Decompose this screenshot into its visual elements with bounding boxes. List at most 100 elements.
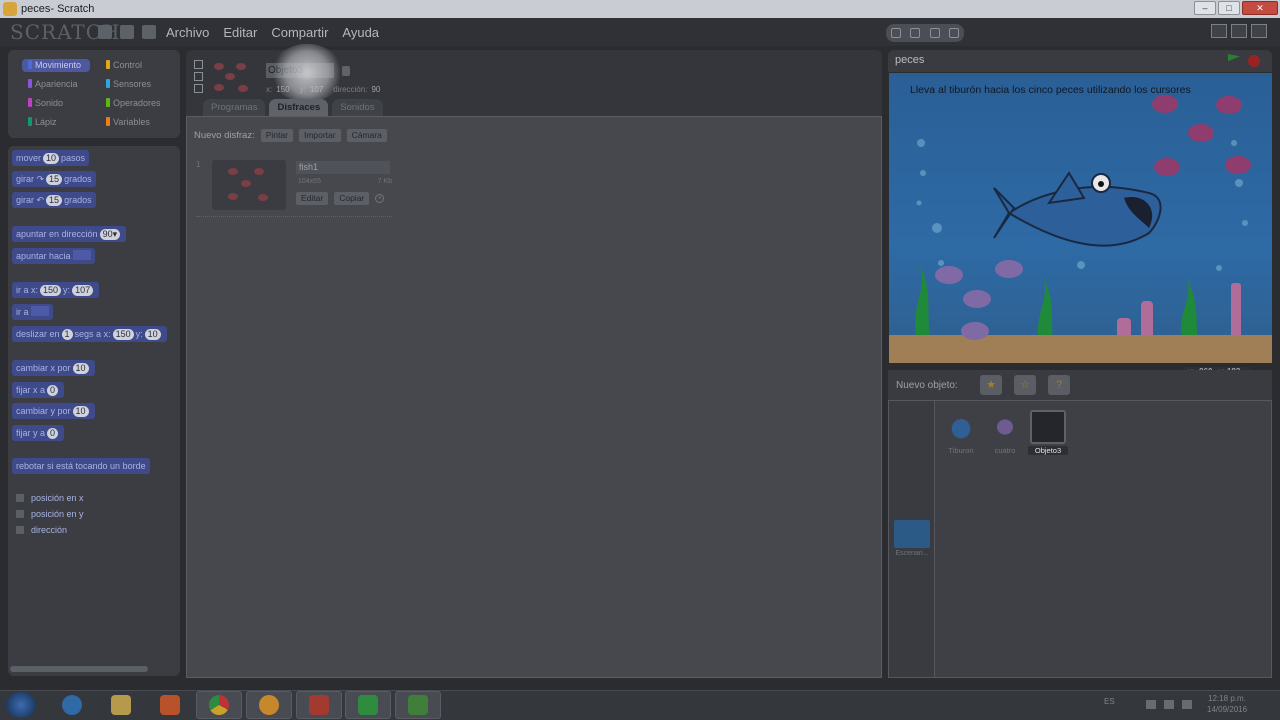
block-turn-right[interactable]: girar ↷ 15 grados [12, 171, 96, 187]
block-glide[interactable]: deslizar en 1 segs a x: 150 y: 10 [12, 326, 167, 342]
grow-icon[interactable] [929, 28, 940, 38]
taskbar-recorder[interactable] [296, 691, 342, 719]
palette-scrollbar[interactable] [10, 666, 148, 672]
taskbar-chrome[interactable] [196, 691, 242, 719]
block-change-y[interactable]: cambiar y por 10 [12, 403, 95, 419]
camera-button[interactable]: Cámara [346, 129, 387, 142]
menu-archivo[interactable]: Archivo [166, 25, 209, 40]
block-point-towards[interactable]: apuntar hacia [12, 248, 95, 264]
reporter-checkbox[interactable] [16, 526, 24, 534]
block-goto-xy[interactable]: ir a x: 150 y: 107 [12, 282, 100, 298]
new-costume-label: Nuevo disfraz: [194, 130, 255, 141]
shrink-icon[interactable] [949, 28, 960, 38]
sprite-cuatro[interactable]: cuatro [985, 410, 1025, 455]
costume-name-field[interactable]: fish1 [296, 161, 390, 174]
block-goto-dropdown[interactable] [30, 306, 49, 316]
sprite-objeto3[interactable]: Objeto3 [1028, 410, 1068, 455]
reporter-checkbox[interactable] [16, 494, 24, 502]
lock-icon[interactable] [342, 66, 350, 76]
category-control[interactable]: Control [100, 59, 168, 72]
category-lapiz[interactable]: Lápiz [22, 116, 90, 129]
block-glide-y-input[interactable]: 10 [144, 329, 161, 340]
presentation-button[interactable] [1251, 24, 1267, 38]
block-point-towards-dropdown[interactable] [72, 250, 91, 260]
block-turn-left[interactable]: girar ↶ 15 grados [12, 192, 96, 208]
taskbar-camtasia[interactable] [345, 691, 391, 719]
category-apariencia[interactable]: Apariencia [22, 78, 90, 91]
volume-icon[interactable] [1182, 700, 1192, 709]
block-set-y-input[interactable]: 0 [47, 428, 59, 439]
block-glide-x-input[interactable]: 150 [112, 329, 134, 340]
normal-stage-button[interactable] [1231, 24, 1247, 38]
taskbar-scratch[interactable] [246, 691, 292, 719]
block-turn-right-input[interactable]: 15 [46, 174, 63, 185]
minimize-button[interactable]: – [1194, 1, 1216, 15]
taskbar-explorer[interactable] [98, 691, 144, 719]
block-turn-left-input[interactable]: 15 [46, 195, 63, 206]
import-button[interactable]: Importar [298, 129, 341, 142]
block-set-x[interactable]: fijar x a0 [12, 382, 65, 398]
category-variables[interactable]: Variables [100, 116, 168, 129]
block-change-x-input[interactable]: 10 [72, 363, 89, 374]
block-goto-x-input[interactable]: 150 [40, 285, 62, 296]
block-move[interactable]: mover 10 pasos [12, 150, 90, 166]
block-glide-secs-input[interactable]: 1 [61, 329, 73, 340]
tab-disfraces[interactable]: Disfraces [269, 99, 329, 116]
stage-thumbnail[interactable]: Escenari... [892, 520, 932, 557]
save-icon[interactable] [120, 25, 134, 39]
block-point-direction[interactable]: apuntar en dirección 90▾ [12, 226, 127, 242]
block-goto-y-input[interactable]: 107 [72, 285, 94, 296]
stop-icon[interactable] [1248, 55, 1260, 67]
block-goto[interactable]: ir a [12, 304, 53, 320]
flag-icon[interactable] [1146, 700, 1156, 709]
network-icon[interactable] [1164, 700, 1174, 709]
block-move-input[interactable]: 10 [43, 153, 60, 164]
share-icon[interactable] [142, 25, 156, 39]
paint-button[interactable]: Pintar [260, 129, 293, 142]
block-set-x-input[interactable]: 0 [47, 385, 59, 396]
rotate-all-icon[interactable] [194, 60, 203, 69]
sprite-name-field[interactable]: Objeto3 [266, 63, 334, 78]
taskbar-ie[interactable] [49, 691, 95, 719]
reporter-x-position[interactable]: posición en x [16, 493, 84, 503]
reporter-y-position[interactable]: posición en y [16, 509, 84, 519]
category-operadores[interactable]: Operadores [100, 97, 168, 110]
block-set-y[interactable]: fijar y a0 [12, 425, 65, 441]
stage-canvas[interactable]: Lleva al tiburón hacia los cinco peces u… [889, 73, 1272, 363]
taskbar-media[interactable] [147, 691, 193, 719]
small-stage-button[interactable] [1211, 24, 1227, 38]
category-sonido[interactable]: Sonido [22, 97, 90, 110]
edit-costume-button[interactable]: Editar [296, 192, 329, 205]
menu-ayuda[interactable]: Ayuda [342, 25, 379, 40]
paint-sprite-icon[interactable]: ★ [980, 375, 1002, 395]
block-change-x[interactable]: cambiar x por 10 [12, 360, 95, 376]
menu-compartir[interactable]: Compartir [271, 25, 328, 40]
dont-rotate-icon[interactable] [194, 84, 203, 93]
tab-sonidos[interactable]: Sonidos [332, 99, 383, 116]
block-point-direction-input[interactable]: 90▾ [99, 229, 121, 240]
start-button-icon[interactable] [6, 692, 36, 718]
choose-sprite-icon[interactable]: ☆ [1014, 375, 1036, 395]
maximize-button[interactable]: □ [1218, 1, 1240, 15]
duplicate-icon[interactable] [890, 28, 901, 38]
tab-programas[interactable]: Programas [203, 99, 266, 116]
reporter-direction[interactable]: dirección [16, 525, 67, 535]
delete-costume-icon[interactable]: × [375, 194, 385, 203]
costume-thumbnail[interactable] [212, 160, 286, 210]
flip-left-right-icon[interactable] [194, 72, 203, 81]
delete-icon[interactable] [910, 28, 921, 38]
close-button[interactable]: ✕ [1242, 1, 1278, 15]
reporter-checkbox[interactable] [16, 510, 24, 518]
menu-editar[interactable]: Editar [223, 25, 257, 40]
taskbar-clock[interactable]: 12:18 p.m. 14/09/2016 [1207, 693, 1247, 715]
globe-icon[interactable] [98, 25, 112, 39]
block-bounce[interactable]: rebotar si está tocando un borde [12, 458, 150, 474]
language-indicator[interactable]: ES [1104, 697, 1115, 706]
taskbar-camtasia-2[interactable] [395, 691, 441, 719]
sprite-tiburon[interactable]: Tiburon [941, 410, 981, 455]
random-sprite-icon[interactable]: ? [1048, 375, 1070, 395]
category-sensores[interactable]: Sensores [100, 78, 168, 91]
copy-costume-button[interactable]: Copiar [334, 192, 370, 205]
category-movimiento[interactable]: Movimiento [22, 59, 90, 72]
block-change-y-input[interactable]: 10 [72, 406, 89, 417]
